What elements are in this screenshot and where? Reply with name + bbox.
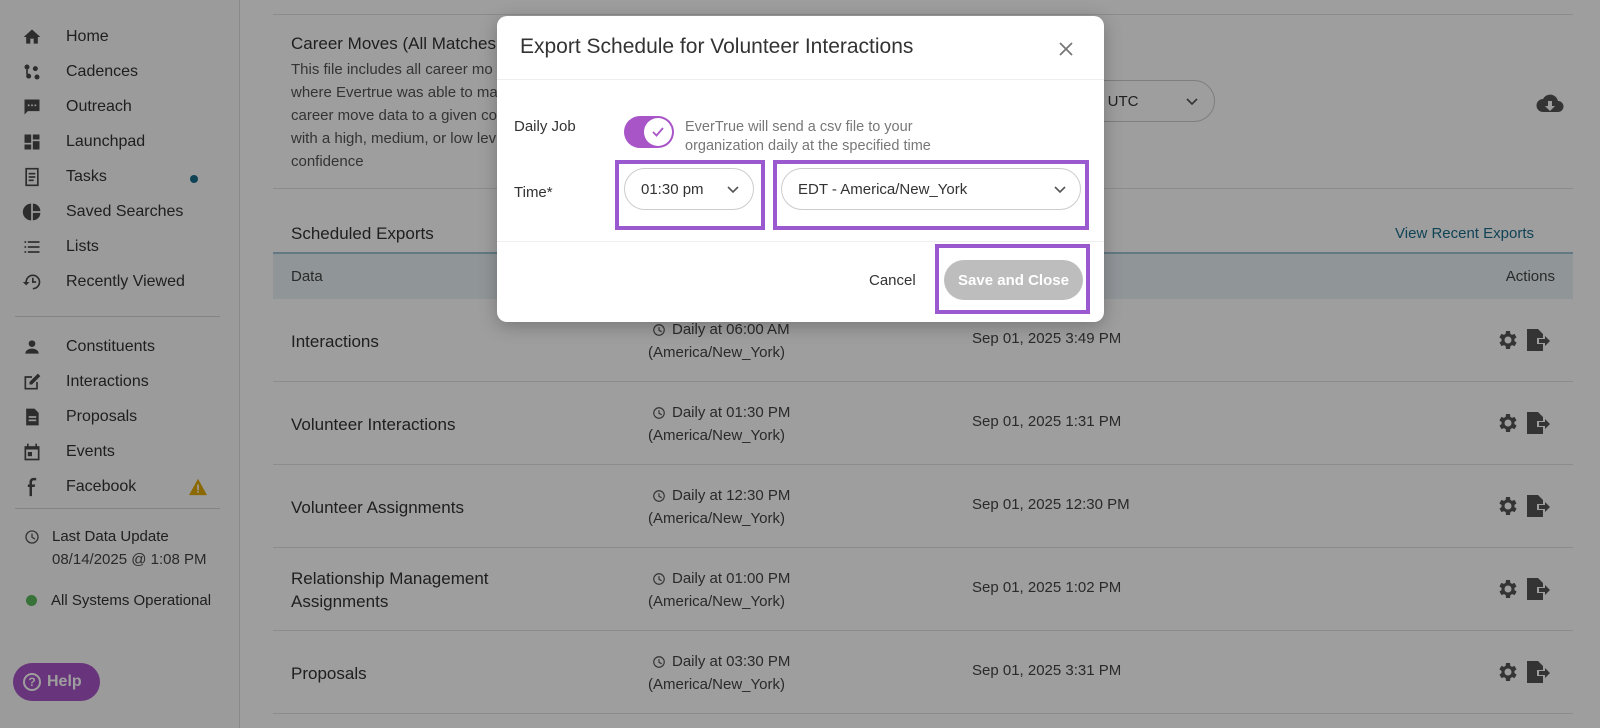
daily-job-description: EverTrue will send a csv file to your or… — [685, 119, 931, 154]
export-schedule-modal: Export Schedule for Volunteer Interactio… — [497, 16, 1104, 322]
chevron-down-icon — [727, 186, 739, 194]
save-and-close-button[interactable]: Save and Close — [944, 260, 1083, 300]
timezone-select[interactable]: EDT - America/New_York — [781, 168, 1081, 210]
modal-title: Export Schedule for Volunteer Interactio… — [520, 35, 914, 58]
time-label: Time* — [514, 184, 553, 201]
modal-header: Export Schedule for Volunteer Interactio… — [497, 16, 1104, 80]
daily-job-toggle[interactable] — [624, 116, 674, 148]
check-icon — [652, 127, 664, 137]
cancel-button[interactable]: Cancel — [869, 272, 916, 289]
modal-footer-divider — [497, 241, 1104, 242]
time-select[interactable]: 01:30 pm — [624, 168, 754, 210]
daily-job-label: Daily Job — [514, 118, 576, 135]
timezone-value: EDT - America/New_York — [798, 180, 968, 198]
close-icon[interactable] — [1057, 40, 1075, 58]
toggle-knob — [644, 118, 672, 146]
time-value: 01:30 pm — [641, 180, 704, 198]
chevron-down-icon — [1054, 186, 1066, 194]
